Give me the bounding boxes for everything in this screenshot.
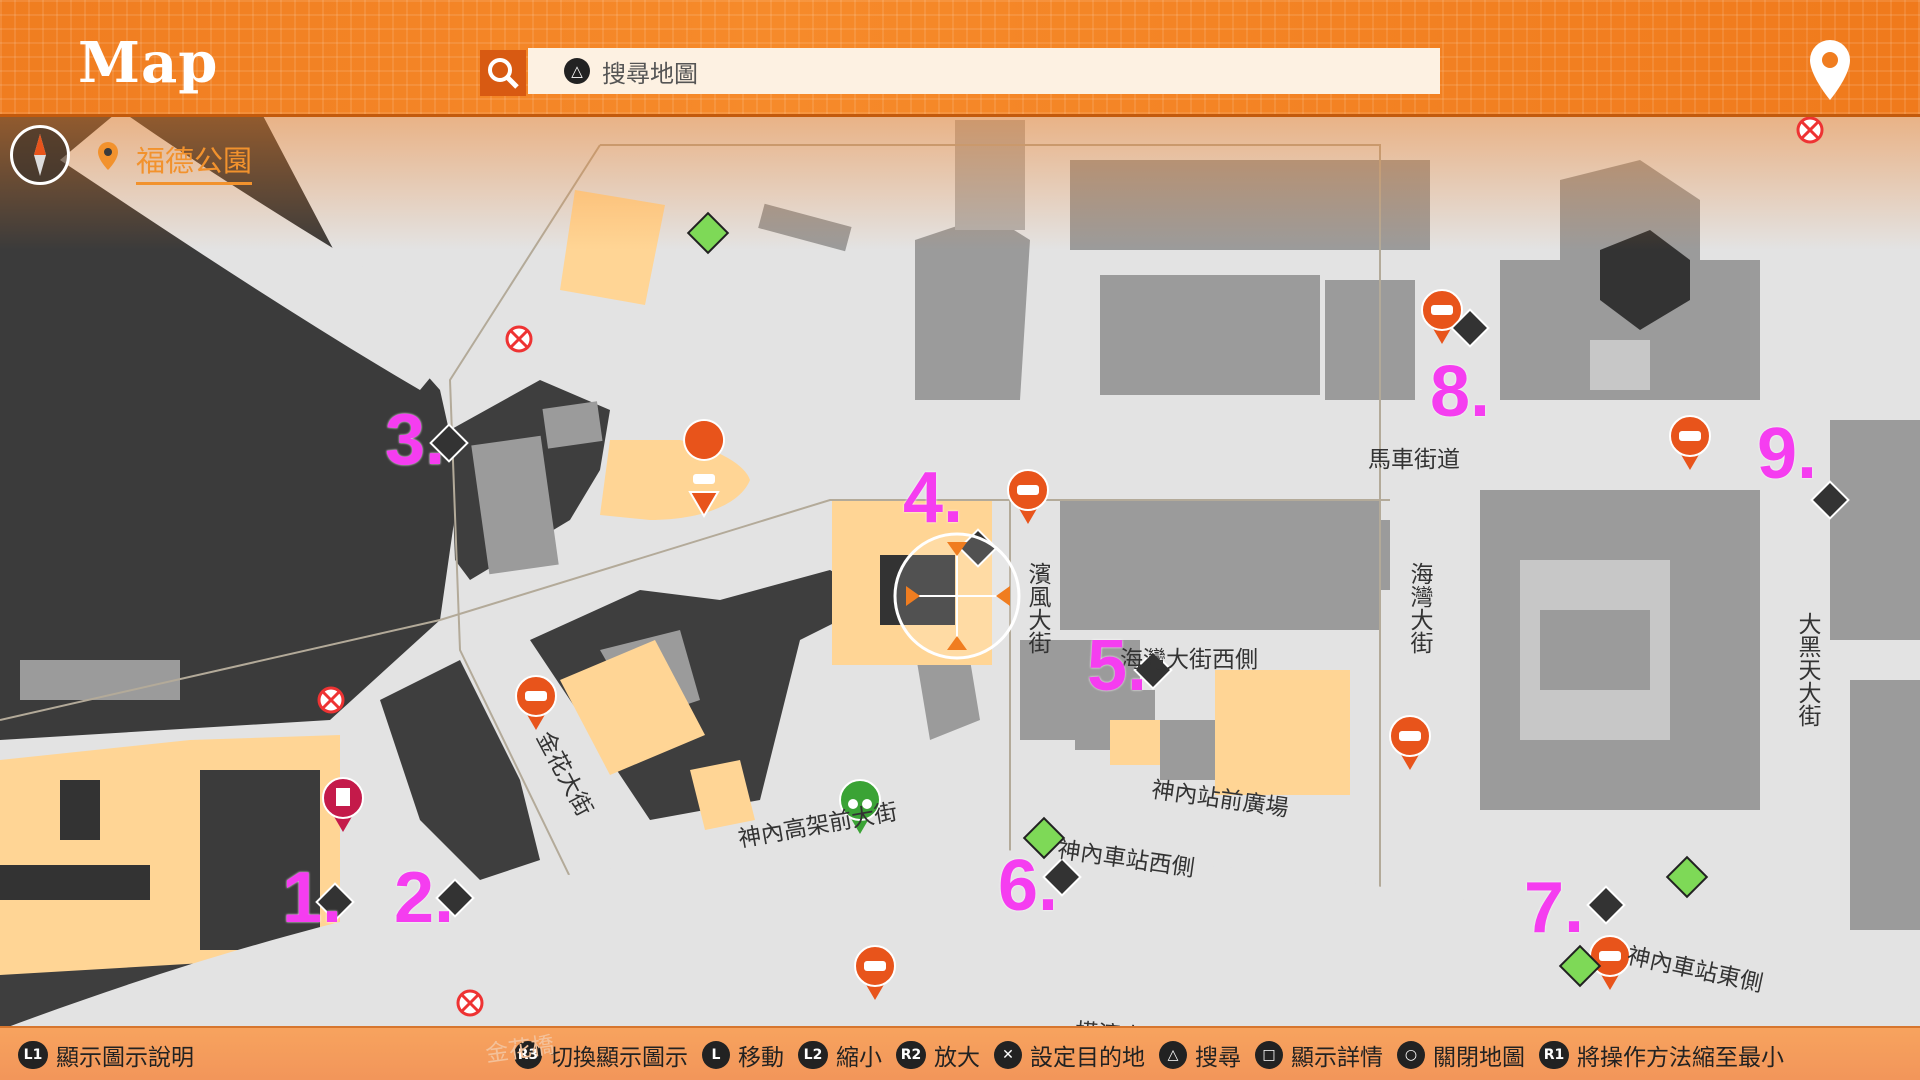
spot-number: 2.	[394, 858, 455, 938]
triangle-button-icon: △	[564, 58, 590, 84]
map-screen: 金花大街 神內高架前大街 濱風大街 海灣大街西側 馬車街道 海灣大街 大黑天大街…	[0, 0, 1920, 1080]
controls-footer: L1 顯示圖示說明 R3 切換顯示圖示 L 移動 L2 縮小 R2 放大 ✕ 設…	[0, 1026, 1920, 1080]
spot-number: 4.	[903, 458, 964, 538]
street-label-daikoku: 大黑天大街	[1794, 612, 1820, 727]
spot-number: 3.	[385, 400, 446, 480]
button-circle-icon: ○	[1397, 1041, 1425, 1069]
search-icon	[488, 58, 519, 89]
location-pin-icon	[98, 142, 118, 170]
control-hint: ✕ 設定目的地	[994, 1038, 1145, 1072]
control-hint: △ 搜尋	[1159, 1038, 1241, 1072]
spot-number: 7.	[1524, 868, 1585, 948]
control-hint: L 移動	[702, 1038, 784, 1072]
button-r1-icon: R1	[1539, 1041, 1569, 1069]
street-label-carriage: 馬車街道	[1368, 447, 1460, 473]
button-l2-icon: L2	[798, 1041, 828, 1069]
compass-icon	[10, 125, 70, 185]
spot-number: 6.	[998, 846, 1059, 926]
control-hint: L2 縮小	[798, 1038, 882, 1072]
current-location-name: 福德公園	[136, 138, 253, 185]
button-cross-icon: ✕	[994, 1041, 1022, 1069]
control-hint: ○ 關閉地圖	[1397, 1038, 1525, 1072]
spot-number: 8.	[1430, 352, 1491, 432]
map-pin-icon[interactable]	[1805, 36, 1855, 106]
street-label-bay-street: 海灣大街	[1406, 562, 1432, 654]
control-hint: □ 顯示詳情	[1255, 1038, 1383, 1072]
button-triangle-icon: △	[1159, 1041, 1187, 1069]
search-input[interactable]: △ 搜尋地圖	[528, 48, 1440, 94]
street-label-bayfront: 濱風大街	[1024, 562, 1050, 654]
map-cursor[interactable]	[893, 532, 1021, 660]
button-r2-icon: R2	[896, 1041, 926, 1069]
search-placeholder: 搜尋地圖	[602, 59, 698, 88]
page-title: Map	[78, 30, 219, 96]
button-l1-icon: L1	[18, 1041, 48, 1069]
button-l-stick-icon: L	[702, 1041, 730, 1069]
spot-number: 9.	[1757, 414, 1818, 494]
control-hint: R1 將操作方法縮至最小	[1539, 1038, 1784, 1072]
control-hint: L1 顯示圖示說明	[18, 1038, 194, 1072]
spot-number: 1.	[282, 858, 343, 938]
header-bar: Map △ 搜尋地圖	[0, 0, 1920, 117]
spot-number: 5.	[1087, 626, 1148, 706]
search-button[interactable]	[480, 50, 526, 96]
button-square-icon: □	[1255, 1041, 1283, 1069]
control-hint: R2 放大	[896, 1038, 980, 1072]
